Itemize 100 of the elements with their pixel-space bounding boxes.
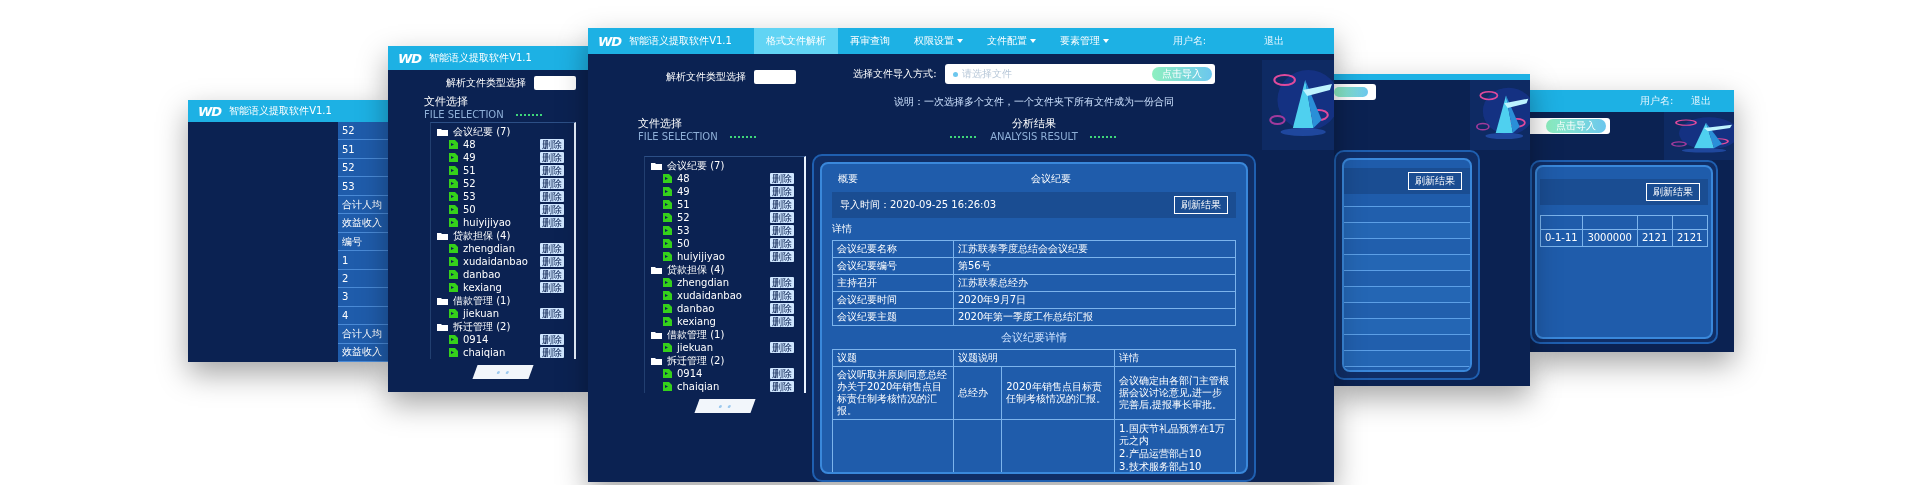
file-label[interactable]: danbao [463, 269, 535, 280]
delete-button[interactable]: 删除 [770, 290, 794, 301]
delete-button[interactable]: 删除 [540, 282, 564, 293]
delete-button[interactable]: 删除 [770, 368, 794, 379]
file-type-select[interactable] [754, 70, 796, 84]
file-label[interactable]: zhengdian [463, 243, 535, 254]
delete-button[interactable]: 删除 [770, 381, 794, 392]
table-cell: 3000000 [1582, 229, 1638, 247]
folder-label: 贷款担保 (4) [453, 228, 512, 243]
table-cell: 会议听取并原则同意总经办关于2020年销售点目标责任制考核情况的汇报。 [832, 366, 954, 420]
file-label[interactable]: 49 [677, 186, 765, 197]
tree-folder[interactable]: 贷款担保 (4) [651, 263, 794, 276]
file-label[interactable]: 53 [677, 225, 765, 236]
table-header-cell [1637, 215, 1673, 230]
file-label[interactable]: danbao [677, 303, 765, 314]
file-label[interactable]: chaiqian [677, 381, 765, 392]
file-icon [449, 140, 458, 149]
file-label[interactable]: 50 [677, 238, 765, 249]
file-label[interactable]: xudaidanbao [463, 256, 535, 267]
dots-icon [496, 370, 510, 374]
section-subtitle: FILE SELECTION [424, 109, 504, 120]
user-label: 用户名: [1640, 94, 1674, 108]
delete-button[interactable]: 删除 [770, 251, 794, 262]
file-label[interactable]: chaiqian [463, 347, 535, 358]
file-icon [663, 252, 672, 261]
delete-button[interactable]: 删除 [540, 347, 564, 358]
delete-button[interactable]: 删除 [540, 165, 564, 176]
file-icon [663, 174, 672, 183]
refresh-button[interactable]: 刷新结果 [1408, 172, 1462, 190]
file-label[interactable]: 50 [463, 204, 535, 215]
delete-button[interactable]: 删除 [540, 178, 564, 189]
tree-folder[interactable]: 会议纪要 (7) [651, 159, 794, 172]
delete-button[interactable]: 删除 [770, 186, 794, 197]
file-icon [663, 187, 672, 196]
file-label[interactable]: kexiang [463, 282, 535, 293]
tree-folder[interactable]: 拆迁管理 (2) [437, 320, 564, 333]
pager-button[interactable] [472, 365, 534, 379]
delete-button[interactable]: 删除 [540, 139, 564, 150]
summary-value: 会议纪要 [1031, 172, 1071, 186]
delete-button[interactable]: 删除 [540, 191, 564, 202]
file-icon [663, 291, 672, 300]
folder-label: 会议纪要 (7) [453, 124, 512, 139]
file-label[interactable]: 53 [463, 191, 535, 202]
detail-text: 会议确定由各部门主管根据会议讨论意见,进一步完善后,提报事长审批。 [1119, 375, 1231, 411]
file-icon [663, 239, 672, 248]
delete-button[interactable]: 删除 [540, 217, 564, 228]
folder-icon [651, 356, 662, 365]
delete-button[interactable]: 删除 [770, 303, 794, 314]
file-upload-field[interactable] [1334, 84, 1376, 100]
tree-folder[interactable]: 会议纪要 (7) [437, 125, 564, 138]
tree-folder[interactable]: 借款管理 (1) [437, 294, 564, 307]
file-label[interactable]: 52 [463, 178, 535, 189]
delete-button[interactable]: 删除 [770, 277, 794, 288]
file-label[interactable]: huiyijiyao [463, 217, 535, 228]
file-label[interactable]: 48 [677, 173, 765, 184]
file-label[interactable]: 51 [677, 199, 765, 210]
table-cell: 总经办 [953, 366, 1002, 420]
refresh-button[interactable]: 刷新结果 [1174, 196, 1228, 214]
file-icon [449, 166, 458, 175]
delete-button[interactable]: 删除 [540, 152, 564, 163]
file-label[interactable]: kexiang [677, 316, 765, 327]
delete-button[interactable]: 删除 [770, 212, 794, 223]
table-cell: 2121 [1672, 229, 1708, 247]
file-label[interactable]: 51 [463, 165, 535, 176]
delete-button[interactable]: 删除 [540, 204, 564, 215]
tree-folder[interactable]: 拆迁管理 (2) [651, 354, 794, 367]
delete-button[interactable]: 删除 [770, 199, 794, 210]
delete-button[interactable]: 删除 [770, 316, 794, 327]
delete-button[interactable]: 删除 [540, 308, 564, 319]
folder-icon [437, 322, 448, 331]
file-label[interactable]: zhengdian [677, 277, 765, 288]
file-label[interactable]: 48 [463, 139, 535, 150]
delete-button[interactable]: 删除 [540, 334, 564, 345]
delete-button[interactable]: 删除 [770, 238, 794, 249]
pager-button[interactable] [694, 399, 756, 413]
file-label[interactable]: xudaidanbao [677, 290, 765, 301]
file-icon [449, 153, 458, 162]
file-label[interactable]: 52 [677, 212, 765, 223]
file-icon [663, 369, 672, 378]
file-icon [449, 218, 458, 227]
file-label[interactable]: 0914 [463, 334, 535, 345]
file-label[interactable]: jiekuan [677, 342, 765, 353]
delete-button[interactable]: 删除 [540, 269, 564, 280]
app-title: 智能语义提取软件V1.1 [629, 34, 732, 48]
tree-folder[interactable]: 贷款担保 (4) [437, 229, 564, 242]
delete-button[interactable]: 删除 [770, 173, 794, 184]
delete-button[interactable]: 删除 [770, 225, 794, 236]
file-icon [663, 304, 672, 313]
file-label[interactable]: jiekuan [463, 308, 535, 319]
file-label[interactable]: 49 [463, 152, 535, 163]
refresh-button[interactable]: 刷新结果 [1646, 183, 1700, 201]
file-label[interactable]: 0914 [677, 368, 765, 379]
file-label[interactable]: huiyijiyao [677, 251, 765, 262]
folder-icon [437, 127, 448, 136]
file-type-select[interactable] [534, 76, 576, 90]
delete-button[interactable]: 删除 [540, 243, 564, 254]
user-label: 用户名: [1172, 34, 1206, 48]
tree-folder[interactable]: 借款管理 (1) [651, 328, 794, 341]
delete-button[interactable]: 删除 [770, 342, 794, 353]
delete-button[interactable]: 删除 [540, 256, 564, 267]
